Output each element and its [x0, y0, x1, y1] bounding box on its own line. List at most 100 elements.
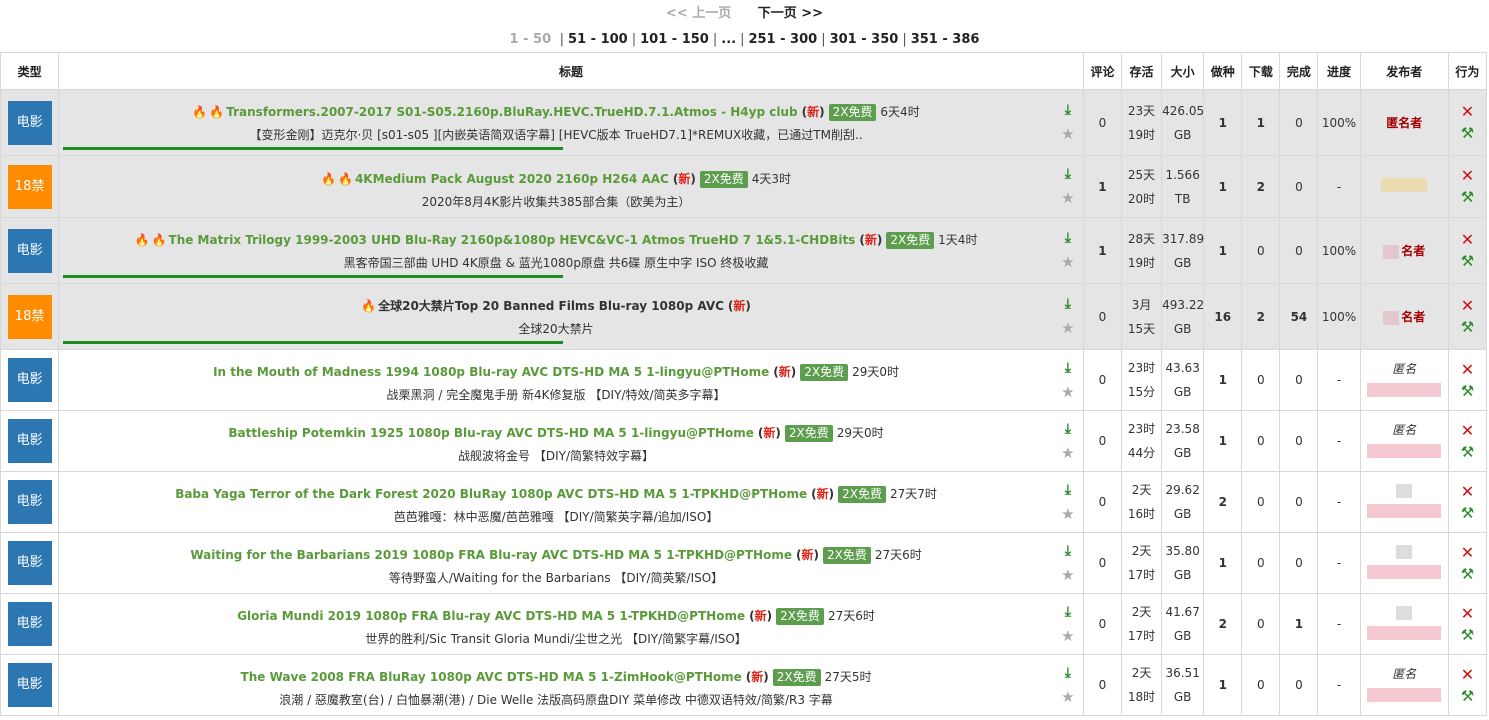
completed-cell[interactable]: 0 — [1279, 217, 1319, 284]
edit-tools-icon[interactable]: ⚒ — [1461, 320, 1474, 335]
completed-cell[interactable]: 0 — [1279, 89, 1319, 156]
uploader-name[interactable]: 匿名 — [1361, 665, 1448, 682]
delete-icon[interactable]: ✕ — [1461, 168, 1474, 184]
delete-icon[interactable]: ✕ — [1461, 422, 1474, 439]
page-link[interactable]: ... — [721, 32, 736, 47]
category-badge[interactable]: 电影 — [7, 602, 52, 646]
column-header[interactable]: 进度 — [1317, 52, 1361, 90]
download-icon[interactable]: ⤓ — [1065, 421, 1071, 437]
comments-cell[interactable]: 1 — [1082, 155, 1123, 218]
leechers-cell[interactable]: 0 — [1241, 349, 1281, 411]
delete-icon[interactable]: ✕ — [1461, 298, 1474, 314]
bookmark-star-icon[interactable]: ★ — [1061, 688, 1074, 706]
column-header[interactable]: 评论 — [1082, 52, 1123, 90]
delete-icon[interactable]: ✕ — [1461, 666, 1474, 683]
bookmark-star-icon[interactable]: ★ — [1061, 627, 1074, 645]
comments-cell[interactable]: 0 — [1082, 471, 1123, 533]
leechers-cell[interactable]: 0 — [1241, 593, 1281, 655]
category-badge[interactable]: 电影 — [7, 480, 52, 524]
completed-cell[interactable]: 0 — [1279, 654, 1319, 716]
prev-page-link[interactable]: << 上一页 — [666, 6, 731, 21]
column-header[interactable]: 完成 — [1279, 52, 1319, 90]
download-icon[interactable]: ⤓ — [1065, 166, 1071, 182]
category-badge[interactable]: 18禁 — [7, 164, 52, 209]
completed-cell[interactable]: 0 — [1279, 349, 1319, 411]
comments-cell[interactable]: 0 — [1082, 89, 1123, 156]
leechers-cell[interactable]: 0 — [1241, 217, 1281, 284]
download-icon[interactable]: ⤓ — [1065, 296, 1071, 312]
completed-cell[interactable]: 0 — [1279, 471, 1319, 533]
bookmark-star-icon[interactable]: ★ — [1061, 383, 1074, 401]
edit-tools-icon[interactable]: ⚒ — [1461, 627, 1474, 643]
torrent-title-link[interactable]: Gloria Mundi 2019 1080p FRA Blu-ray AVC … — [237, 609, 745, 623]
leechers-cell[interactable]: 0 — [1241, 471, 1281, 533]
edit-tools-icon[interactable]: ⚒ — [1461, 444, 1474, 460]
completed-cell[interactable]: 1 — [1279, 593, 1319, 655]
uploader-name[interactable]: 名者 — [1401, 244, 1425, 258]
torrent-title-link[interactable]: Waiting for the Barbarians 2019 1080p FR… — [190, 548, 792, 562]
completed-cell[interactable]: 0 — [1279, 410, 1319, 472]
download-icon[interactable]: ⤓ — [1065, 543, 1071, 559]
completed-cell[interactable]: 54 — [1279, 283, 1319, 350]
seeders-cell[interactable]: 1 — [1203, 654, 1243, 716]
leechers-cell[interactable]: 0 — [1241, 654, 1281, 716]
delete-icon[interactable]: ✕ — [1461, 361, 1474, 378]
next-page-link[interactable]: 下一页 >> — [758, 6, 823, 21]
delete-icon[interactable]: ✕ — [1461, 544, 1474, 561]
uploader-name[interactable]: 匿名 — [1361, 360, 1448, 377]
leechers-cell[interactable]: 2 — [1241, 155, 1281, 218]
download-icon[interactable]: ⤓ — [1065, 665, 1071, 681]
comments-cell[interactable]: 0 — [1082, 410, 1123, 472]
download-icon[interactable]: ⤓ — [1065, 102, 1071, 118]
bookmark-star-icon[interactable]: ★ — [1061, 566, 1074, 584]
category-badge[interactable]: 电影 — [7, 419, 52, 463]
column-header[interactable]: 类型 — [0, 52, 60, 90]
category-badge[interactable]: 电影 — [7, 100, 52, 145]
column-header[interactable]: 行为 — [1447, 52, 1488, 90]
torrent-title-link[interactable]: Baba Yaga Terror of the Dark Forest 2020… — [175, 487, 807, 501]
seeders-cell[interactable]: 1 — [1203, 155, 1243, 218]
bookmark-star-icon[interactable]: ★ — [1061, 505, 1074, 523]
bookmark-star-icon[interactable]: ★ — [1061, 189, 1074, 207]
seeders-cell[interactable]: 2 — [1203, 471, 1243, 533]
comments-cell[interactable]: 0 — [1082, 283, 1123, 350]
column-header[interactable]: 做种 — [1203, 52, 1243, 90]
category-badge[interactable]: 电影 — [7, 663, 52, 707]
category-badge[interactable]: 18禁 — [7, 294, 52, 339]
edit-tools-icon[interactable]: ⚒ — [1461, 566, 1474, 582]
completed-cell[interactable]: 0 — [1279, 532, 1319, 594]
comments-cell[interactable]: 0 — [1082, 593, 1123, 655]
delete-icon[interactable]: ✕ — [1461, 232, 1474, 248]
column-header[interactable]: 大小 — [1161, 52, 1205, 90]
edit-tools-icon[interactable]: ⚒ — [1461, 505, 1474, 521]
edit-tools-icon[interactable]: ⚒ — [1461, 126, 1474, 141]
column-header[interactable]: 下载 — [1241, 52, 1281, 90]
column-header[interactable]: 发布者 — [1359, 52, 1449, 90]
column-header[interactable]: 存活 — [1120, 52, 1163, 90]
bookmark-star-icon[interactable]: ★ — [1061, 444, 1074, 462]
leechers-cell[interactable]: 0 — [1241, 532, 1281, 594]
delete-icon[interactable]: ✕ — [1461, 104, 1474, 120]
torrent-title-link[interactable]: The Matrix Trilogy 1999-2003 UHD Blu-Ray… — [169, 233, 856, 247]
edit-tools-icon[interactable]: ⚒ — [1461, 190, 1474, 205]
edit-tools-icon[interactable]: ⚒ — [1461, 254, 1474, 269]
leechers-cell[interactable]: 0 — [1241, 410, 1281, 472]
comments-cell[interactable]: 0 — [1082, 654, 1123, 716]
comments-cell[interactable]: 0 — [1082, 532, 1123, 594]
seeders-cell[interactable]: 1 — [1203, 217, 1243, 284]
torrent-title-link[interactable]: Transformers.2007-2017 S01-S05.2160p.Blu… — [226, 105, 797, 119]
delete-icon[interactable]: ✕ — [1461, 605, 1474, 622]
torrent-title-link[interactable]: The Wave 2008 FRA BluRay 1080p AVC DTS-H… — [241, 670, 742, 684]
seeders-cell[interactable]: 1 — [1203, 532, 1243, 594]
bookmark-star-icon[interactable]: ★ — [1061, 125, 1074, 143]
comments-cell[interactable]: 0 — [1082, 349, 1123, 411]
bookmark-star-icon[interactable]: ★ — [1061, 253, 1074, 271]
bookmark-star-icon[interactable]: ★ — [1061, 319, 1074, 337]
edit-tools-icon[interactable]: ⚒ — [1461, 688, 1474, 704]
category-badge[interactable]: 电影 — [7, 541, 52, 585]
category-badge[interactable]: 电影 — [7, 358, 52, 402]
torrent-title-link[interactable]: Battleship Potemkin 1925 1080p Blu-ray A… — [228, 426, 754, 440]
page-link[interactable]: 51 - 100 — [568, 32, 628, 47]
edit-tools-icon[interactable]: ⚒ — [1461, 383, 1474, 399]
download-icon[interactable]: ⤓ — [1065, 482, 1071, 498]
